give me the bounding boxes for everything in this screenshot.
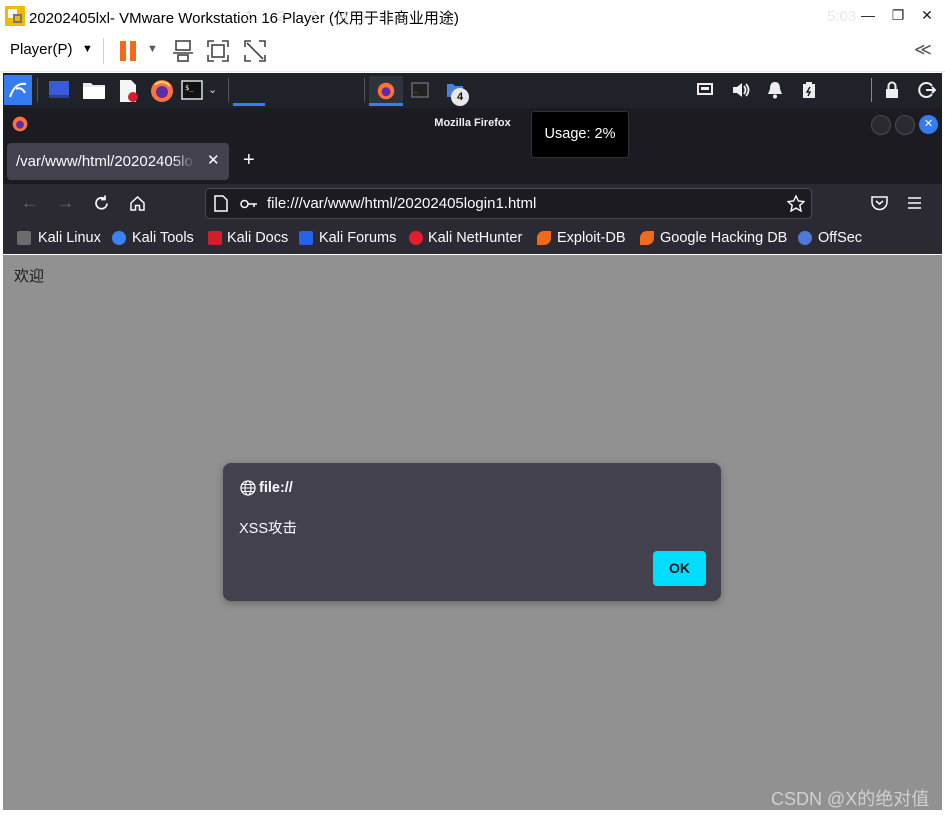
player-menu-dropdown-icon[interactable]: ▼ [82, 43, 93, 55]
minimize-button[interactable]: — [857, 5, 879, 25]
bookmark-star-icon[interactable] [787, 195, 805, 212]
bookmark-kali-docs[interactable]: Kali Docs [227, 230, 288, 246]
firefox-icon [377, 82, 395, 100]
notifications-bell-icon[interactable] [767, 81, 783, 99]
toolbar-divider [103, 38, 104, 64]
dialog-origin: file:// [259, 480, 293, 496]
firefox-close-button[interactable]: ✕ [919, 115, 938, 134]
firefox-minimize-button[interactable] [871, 115, 891, 135]
show-desktop-icon[interactable] [48, 80, 70, 100]
send-ctrl-alt-del-icon[interactable] [171, 39, 195, 63]
new-tab-button[interactable]: + [243, 149, 255, 172]
reload-icon[interactable] [93, 195, 110, 212]
firefox-maximize-button[interactable] [895, 115, 915, 135]
app-menu-icon[interactable] [907, 196, 922, 210]
pocket-icon[interactable] [871, 195, 888, 211]
vmware-toolbar: Player(P) ▼ ▼ ≪ [0, 31, 945, 72]
forward-arrow-icon[interactable]: → [57, 193, 74, 213]
workspace-4[interactable]: 4 [334, 8, 354, 25]
page-info-icon[interactable] [214, 195, 228, 212]
bookmark-exploit-db[interactable]: Exploit-DB [557, 230, 626, 246]
usage-tooltip: Usage: 2% [531, 111, 629, 158]
active-workspace-indicator [233, 103, 265, 106]
panel-divider [364, 78, 365, 102]
vmware-title-bar: 20202405lxl- VMware Workstation 16 Playe… [0, 0, 945, 31]
panel-divider [37, 78, 38, 102]
bookmark-offsec[interactable]: OffSec [818, 230, 862, 246]
bookmark-kali-tools[interactable]: Kali Tools [132, 230, 194, 246]
home-icon[interactable] [129, 195, 146, 212]
globe-icon [240, 480, 256, 496]
tab-close-button[interactable]: ✕ [207, 151, 220, 169]
bookmark-kali-nethunter[interactable]: Kali NetHunter [428, 230, 522, 246]
player-menu[interactable]: Player(P) [10, 41, 73, 58]
firefox-window-title: Mozilla Firefox [434, 117, 511, 129]
tab-title-fade [172, 145, 196, 178]
terminal-dropdown-icon[interactable]: ⌄ [208, 83, 217, 96]
workspace-1[interactable]: 1 [239, 8, 259, 25]
kali-linux-bookmark-icon [17, 231, 31, 245]
unity-mode-icon[interactable] [243, 39, 267, 63]
clock[interactable]: 5:03 [827, 8, 856, 25]
notification-count-badge: 4 [451, 88, 469, 106]
taskbar-firefox-window[interactable] [369, 76, 403, 106]
bookmark-kali-forums[interactable]: Kali Forums [319, 230, 396, 246]
workspace-3[interactable]: 3 [303, 8, 323, 25]
kali-nethunter-bookmark-icon [409, 231, 423, 245]
exploit-db-bookmark-icon [537, 231, 551, 245]
text-editor-icon[interactable] [117, 79, 139, 103]
file-manager-icon[interactable] [82, 80, 106, 100]
vmware-logo-icon [5, 6, 25, 26]
active-task-indicator [369, 103, 403, 106]
alert-dialog [223, 463, 721, 601]
panel-divider [228, 78, 229, 102]
dialog-message: XSS攻击 [239, 521, 298, 537]
volume-icon[interactable] [731, 81, 751, 99]
firefox-app-icon [12, 116, 28, 132]
url-text[interactable]: file:///var/www/html/20202405login1.html [267, 195, 536, 212]
battery-icon[interactable] [802, 81, 816, 99]
collapse-toolbar-icon[interactable]: ≪ [914, 40, 932, 60]
kali-forums-bookmark-icon [299, 231, 313, 245]
close-button[interactable]: ✕ [916, 5, 938, 25]
pause-dropdown-icon[interactable]: ▼ [147, 43, 158, 55]
lock-screen-icon[interactable] [885, 81, 899, 99]
terminal-launcher-icon[interactable]: $_ [181, 80, 203, 100]
kali-docs-bookmark-icon [208, 231, 222, 245]
panel-divider [871, 78, 872, 102]
back-arrow-icon[interactable]: ← [21, 193, 38, 213]
taskbar-terminal-window-icon[interactable]: _ [411, 82, 429, 98]
offsec-bookmark-icon [798, 231, 812, 245]
google-hacking-db-bookmark-icon [640, 231, 654, 245]
bookmark-google-hacking-db[interactable]: Google Hacking DB [660, 230, 787, 246]
firefox-title-bar: Mozilla Firefox [3, 108, 942, 140]
bookmark-kali-linux[interactable]: Kali Linux [38, 230, 101, 246]
kali-tools-bookmark-icon [112, 231, 126, 245]
watermark-text: CSDN @X的绝对值 [771, 789, 930, 809]
welcome-text: 欢迎 [14, 268, 45, 285]
logout-icon[interactable] [918, 81, 936, 99]
ok-button[interactable]: OK [653, 551, 706, 586]
key-permissions-icon[interactable] [240, 198, 258, 210]
svg-text:_: _ [414, 86, 418, 93]
pause-icon[interactable] [118, 40, 138, 62]
fullscreen-icon[interactable] [206, 39, 230, 63]
svg-text:$_: $_ [185, 84, 194, 92]
firefox-launcher-icon[interactable] [150, 79, 174, 103]
tab-title[interactable]: /var/www/html/20202405login1.html [16, 153, 192, 170]
workspace-2[interactable]: 2 [271, 8, 291, 25]
network-icon[interactable] [696, 81, 714, 99]
restore-button[interactable]: ❐ [887, 5, 909, 25]
kali-menu-icon[interactable] [4, 75, 32, 105]
